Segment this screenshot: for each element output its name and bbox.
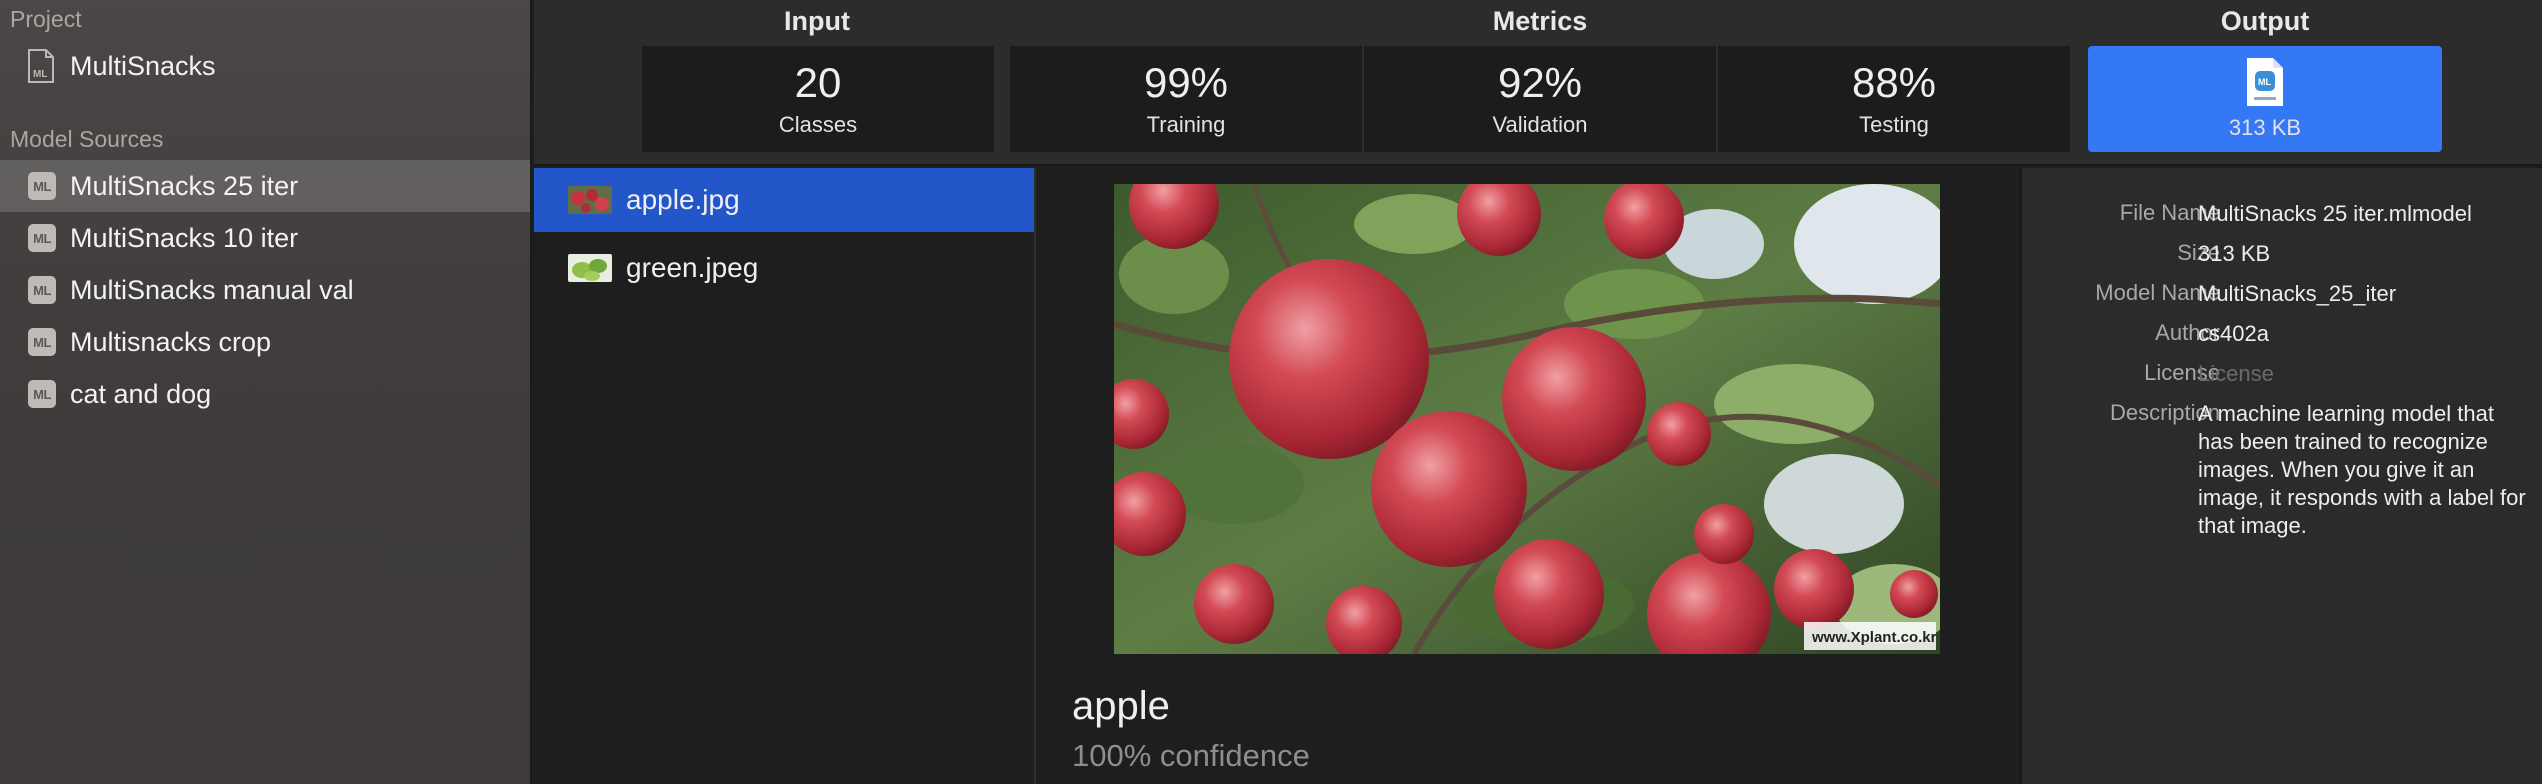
testing-caption: Testing xyxy=(1859,112,1929,138)
model-source-item[interactable]: ML MultiSnacks 10 iter xyxy=(0,212,530,264)
svg-text:ML: ML xyxy=(33,69,47,80)
test-image-list: apple.jpg green.jpeg xyxy=(534,168,1036,784)
output-model-tile[interactable]: ML 313 KB xyxy=(2088,46,2442,152)
model-details-pane: File Name MultiSnacks 25 iter.mlmodel Si… xyxy=(2020,168,2542,784)
testing-metric-tile[interactable]: 88% Testing xyxy=(1718,46,2070,152)
file-name: apple.jpg xyxy=(626,184,740,215)
output-size: 313 KB xyxy=(2228,115,2302,140)
mlmodel-file-icon: ML xyxy=(2247,58,2283,106)
training-metric-tile[interactable]: 99% Training xyxy=(1010,46,1362,152)
description-text: A machine learning model that has been t… xyxy=(2198,401,2526,538)
sidebar: Project ML MultiSnacks Model Sources ML … xyxy=(0,0,532,784)
model-source-label: MultiSnacks 10 iter xyxy=(70,222,299,253)
file-row-green[interactable]: green.jpeg xyxy=(534,236,1034,300)
validation-value: 92% xyxy=(1497,58,1583,106)
input-header: Input xyxy=(784,6,850,36)
license-field[interactable]: License xyxy=(2198,360,2528,388)
ml-model-icon: ML xyxy=(28,172,56,200)
model-source-label: cat and dog xyxy=(70,378,212,409)
prediction-confidence: 100% confidence xyxy=(1072,738,1310,773)
file-row-apple[interactable]: apple.jpg xyxy=(534,168,1034,232)
summary-bar: Input Metrics Output 20 Classes 99% Trai… xyxy=(534,0,2542,166)
green-thumbnail xyxy=(568,254,612,282)
preview-image: www.Xplant.co.kr xyxy=(1114,184,1940,654)
ml-model-icon: ML xyxy=(28,276,56,304)
project-name: MultiSnacks xyxy=(70,50,216,81)
project-section-title: Project xyxy=(10,6,82,32)
photo-watermark: www.Xplant.co.kr xyxy=(1811,629,1937,646)
testing-value: 88% xyxy=(1851,58,1937,106)
svg-text:ML: ML xyxy=(2258,77,2271,87)
input-classes-tile[interactable]: 20 Classes xyxy=(642,46,994,152)
model-sources-title: Model Sources xyxy=(10,126,164,152)
training-value: 99% xyxy=(1143,58,1229,106)
model-source-item[interactable]: ML cat and dog xyxy=(0,368,530,420)
prediction-label: apple xyxy=(1072,684,1170,728)
ml-model-icon: ML xyxy=(28,328,56,356)
apple-thumbnail xyxy=(568,186,612,214)
model-source-item[interactable]: ML MultiSnacks 25 iter xyxy=(0,160,530,212)
output-header: Output xyxy=(2220,6,2310,36)
validation-metric-tile[interactable]: 92% Validation xyxy=(1364,46,1716,152)
ml-model-icon: ML xyxy=(28,224,56,252)
detail-value: MultiSnacks_25_iter xyxy=(2198,281,2397,306)
model-source-item[interactable]: ML MultiSnacks manual val xyxy=(0,264,530,316)
metrics-header: Metrics xyxy=(1492,6,1588,36)
validation-caption: Validation xyxy=(1492,112,1588,138)
file-name: green.jpeg xyxy=(626,252,759,283)
project-document-icon: ML xyxy=(28,49,54,83)
ml-model-icon: ML xyxy=(28,380,56,408)
detail-value: MultiSnacks 25 iter.mlmodel xyxy=(2198,201,2472,226)
model-source-label: MultiSnacks manual val xyxy=(70,274,354,305)
training-caption: Training xyxy=(1146,112,1226,138)
classes-count: 20 xyxy=(794,58,842,106)
detail-value: cs402a xyxy=(2198,321,2269,346)
model-source-label: MultiSnacks 25 iter xyxy=(70,170,299,201)
model-source-label: Multisnacks crop xyxy=(70,326,272,357)
project-item[interactable]: ML MultiSnacks xyxy=(0,40,530,92)
detail-value: 313 KB xyxy=(2198,241,2271,266)
model-source-item[interactable]: ML Multisnacks crop xyxy=(0,316,530,368)
classes-caption: Classes xyxy=(778,112,858,138)
image-preview-pane: www.Xplant.co.kr apple 100% confidence xyxy=(1036,168,2020,784)
